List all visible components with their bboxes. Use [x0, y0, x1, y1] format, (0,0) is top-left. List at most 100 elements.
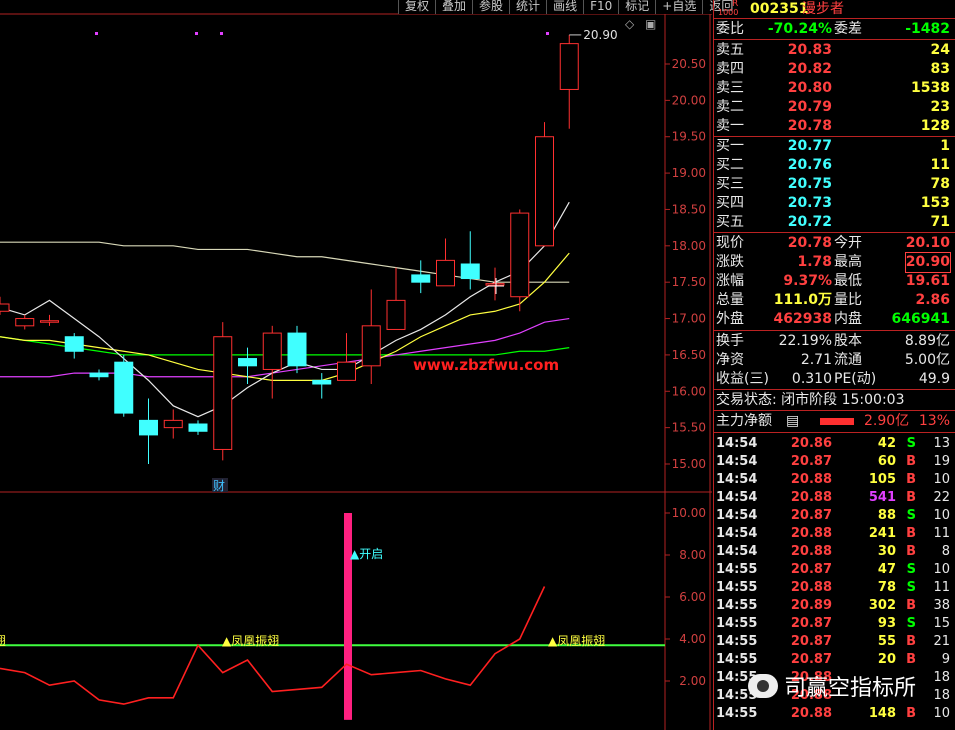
stat-value: 9.37%: [783, 273, 832, 289]
tick-time: 14:54: [716, 490, 758, 505]
bid-row-1: 买一 20.77 1: [714, 137, 955, 156]
tick-vol: 55: [877, 634, 896, 649]
main-flow-value: 2.90亿: [864, 413, 910, 429]
toolbar-item-0[interactable]: 复权: [398, 0, 436, 14]
tick-row: 14:54 20.86 42 S 13: [714, 435, 955, 453]
tick-count: 10: [933, 472, 950, 487]
main-flow-label: 主力净额: [716, 413, 772, 429]
indicator-tick-label: 4.00: [679, 632, 706, 646]
tick-price: 20.88: [790, 490, 832, 505]
tick-side: S: [906, 580, 916, 595]
toolbar-item-2[interactable]: 参股: [472, 0, 510, 14]
tick-side: B: [906, 652, 916, 667]
tick-row: 14:55 20.87 20 B 9: [714, 651, 955, 669]
weibi-row: 委比 -70.24% 委差 -1482: [714, 20, 955, 39]
toolbar-item-7[interactable]: +自选: [655, 0, 703, 14]
indicator-tick-label: 8.00: [679, 548, 706, 562]
tick-side: B: [906, 472, 916, 487]
tick-count: 11: [933, 526, 950, 541]
tick-vol: 88: [877, 508, 896, 523]
fund-label: 净资: [716, 352, 744, 368]
tick-vol: 20: [877, 652, 896, 667]
tick-count: 10: [933, 706, 950, 721]
site-watermark: www.zbzfwu.com: [413, 356, 559, 374]
stat-label: 现价: [716, 235, 744, 251]
candle-body: [361, 325, 381, 367]
signal-dot: [546, 32, 549, 35]
bid-label: 买三: [716, 176, 744, 192]
tick-time: 14:54: [716, 526, 758, 541]
tick-time: 14:55: [716, 598, 758, 613]
tick-row: 14:55 20.87 47 S 10: [714, 561, 955, 579]
trade-status-row: 交易状态: 闭市阶段 15:00:03: [714, 391, 955, 410]
indicator-tick-label: 6.00: [679, 590, 706, 604]
indicator-tick-label: 2.00: [679, 674, 706, 688]
tick-price: 20.88: [790, 580, 832, 595]
tick-side: S: [906, 508, 916, 523]
fund-value: 49.9: [918, 371, 950, 387]
fenghuang-label-0: 翅: [0, 633, 6, 648]
tick-vol: 42: [877, 436, 896, 451]
bid-row-4: 买四 20.73 153: [714, 194, 955, 213]
tick-price: 20.88: [790, 544, 832, 559]
bid-price: 20.76: [787, 157, 832, 173]
tick-side: S: [906, 436, 916, 451]
tick-vol: 93: [877, 616, 896, 631]
fund-row: 净资 2.71 流通 5.00亿: [714, 351, 955, 370]
main-flow-pct: 13%: [918, 413, 950, 429]
stat-label: 涨幅: [716, 273, 744, 289]
ask-row-4: 卖四 20.82 83: [714, 60, 955, 79]
price-tick-label: 15.00: [672, 457, 706, 471]
fund-label: 流通: [834, 352, 862, 368]
candle-body: [411, 274, 431, 283]
separator: [714, 330, 955, 331]
stat-row: 涨跌 1.78 最高 20.90: [714, 252, 955, 273]
stat-row: 涨幅 9.37% 最低 19.61: [714, 272, 955, 291]
stat-label: 内盘: [834, 311, 862, 327]
toolbar-item-1[interactable]: 叠加: [435, 0, 473, 14]
tick-time: 14:55: [716, 634, 758, 649]
tick-price: 20.88: [790, 706, 832, 721]
tick-vol: 60: [877, 454, 896, 469]
tick-price: 20.87: [790, 652, 832, 667]
stat-value: 20.78: [787, 235, 832, 251]
bid-row-2: 买二 20.76 11: [714, 156, 955, 175]
tick-price: 20.87: [790, 634, 832, 649]
stat-value: 20.90: [904, 252, 952, 273]
candle-body: [287, 332, 307, 367]
candle-body: [64, 336, 84, 352]
tick-side: B: [906, 490, 916, 505]
price-tick-label: 18.00: [672, 239, 706, 253]
bid-vol: 153: [920, 195, 950, 211]
bid-label: 买二: [716, 157, 744, 173]
stat-label: 量比: [834, 292, 862, 308]
tick-time: 14:54: [716, 544, 758, 559]
toolbar-item-5[interactable]: F10: [583, 0, 619, 14]
kline-chart[interactable]: 20.50 20.00 19.50 19.00 18.50 18.00 17.50 17.00…: [0, 0, 712, 730]
toolbar-item-4[interactable]: 画线: [546, 0, 584, 14]
tick-time: 14:54: [716, 454, 758, 469]
tick-side: B: [906, 634, 916, 649]
bid-price: 20.75: [787, 176, 832, 192]
candle-body: [559, 43, 579, 90]
collapse-icon: ◇: [625, 17, 635, 31]
tick-price: 20.89: [790, 598, 832, 613]
bid-vol: 11: [930, 157, 950, 173]
toolbar-item-6[interactable]: 标记: [618, 0, 656, 14]
tick-row: 14:55 20.87 93 S 15: [714, 615, 955, 633]
ask-price: 20.79: [787, 99, 832, 115]
high-price-label: 20.90: [583, 28, 617, 42]
weibi-label: 委比: [716, 21, 744, 37]
tick-price: 20.86: [790, 436, 832, 451]
candle-body: [40, 320, 59, 323]
quote-panel: R 1000 002351 漫步者 委比 -70.24% 委差 -1482 卖五 20.83 24 卖…: [713, 0, 955, 730]
separator: [714, 232, 955, 233]
candle-body: [535, 136, 554, 247]
candle-body: [337, 361, 356, 381]
toolbar-item-3[interactable]: 统计: [509, 0, 547, 14]
candle-body: [114, 361, 134, 414]
tick-time: 14:55: [716, 706, 758, 721]
candle-body: [15, 318, 35, 327]
tick-row: 14:55 20.87 55 B 21: [714, 633, 955, 651]
bid-label: 买五: [716, 214, 744, 230]
